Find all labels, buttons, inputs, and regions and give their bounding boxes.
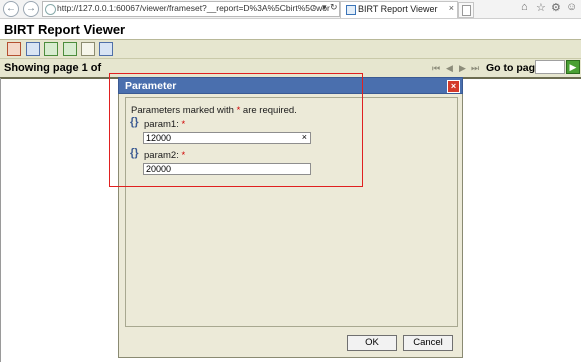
first-page-icon[interactable]: ⏮	[432, 63, 440, 74]
content-edge	[0, 78, 1, 362]
last-page-icon[interactable]: ⏭	[471, 63, 479, 74]
forward-button[interactable]: →	[23, 1, 39, 17]
feedback-smiley-icon[interactable]: ☺	[566, 1, 577, 13]
home-icon[interactable]: ⌂	[521, 1, 528, 13]
search-icon[interactable]: ⌕	[312, 2, 317, 13]
address-text[interactable]: http://127.0.0.1:60067/viewer/frameset?_…	[57, 3, 330, 13]
highlight-annotation	[109, 73, 363, 187]
page-status-text: Showing page 1 of	[4, 62, 102, 74]
favorites-icon[interactable]: ☆	[536, 1, 546, 14]
export-data-icon[interactable]	[44, 42, 58, 56]
go-button[interactable]: ▶	[566, 60, 580, 74]
tab-favicon-icon	[346, 5, 356, 15]
new-tab-icon	[462, 5, 471, 16]
viewer-title: BIRT Report Viewer	[4, 22, 126, 37]
print-icon[interactable]	[81, 42, 95, 56]
print-server-icon[interactable]	[99, 42, 113, 56]
goto-page-input[interactable]	[535, 60, 565, 74]
cancel-button[interactable]: Cancel	[403, 335, 453, 351]
browser-tab[interactable]: BIRT Report Viewer ×	[340, 1, 458, 18]
export-report-icon[interactable]	[63, 42, 77, 56]
back-button[interactable]: ←	[3, 1, 19, 17]
close-icon[interactable]: ×	[447, 80, 460, 93]
new-tab-button[interactable]	[458, 2, 474, 18]
ok-button[interactable]: OK	[347, 335, 397, 351]
tab-title: BIRT Report Viewer	[358, 4, 438, 14]
toc-icon[interactable]	[7, 42, 21, 56]
previous-page-icon[interactable]: ◀	[446, 63, 453, 74]
close-tab-icon[interactable]: ×	[449, 3, 454, 13]
parameters-icon[interactable]	[26, 42, 40, 56]
settings-icon[interactable]: ⚙	[551, 1, 561, 14]
address-bar[interactable]: http://127.0.0.1:60067/viewer/frameset?_…	[42, 1, 340, 17]
next-page-icon[interactable]: ▶	[459, 63, 466, 74]
page-icon	[45, 4, 56, 15]
refresh-icon[interactable]: ↻	[330, 2, 338, 13]
chevron-down-icon[interactable]: ▾	[322, 2, 327, 13]
